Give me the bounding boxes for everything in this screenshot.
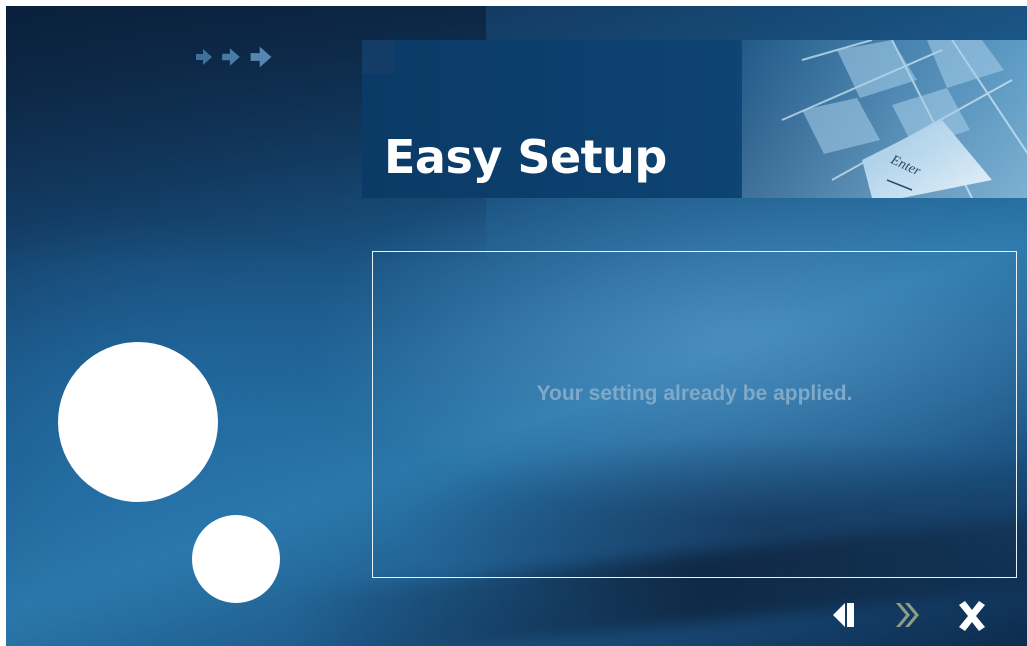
keyboard-image: Enter [742, 40, 1027, 198]
arrow-right-icon [220, 46, 242, 72]
back-button[interactable] [828, 598, 862, 636]
arrow-right-icon [248, 44, 274, 74]
double-chevron-right-icon [896, 603, 919, 627]
decorative-circle-large [58, 342, 218, 502]
content-panel: Your setting already be applied. [372, 251, 1017, 578]
decorative-circle-small [192, 515, 280, 603]
close-x-icon [959, 601, 985, 631]
double-chevron-left-icon [833, 603, 854, 627]
next-button[interactable] [891, 598, 925, 636]
banner-notch [362, 40, 394, 74]
close-button[interactable] [954, 598, 990, 638]
decorative-arrows [194, 44, 274, 74]
page-title: Easy Setup [384, 130, 667, 184]
status-message: Your setting already be applied. [536, 382, 853, 405]
setup-window: Enter Easy Setup Your setting already be… [6, 6, 1027, 646]
arrow-right-icon [194, 47, 214, 71]
